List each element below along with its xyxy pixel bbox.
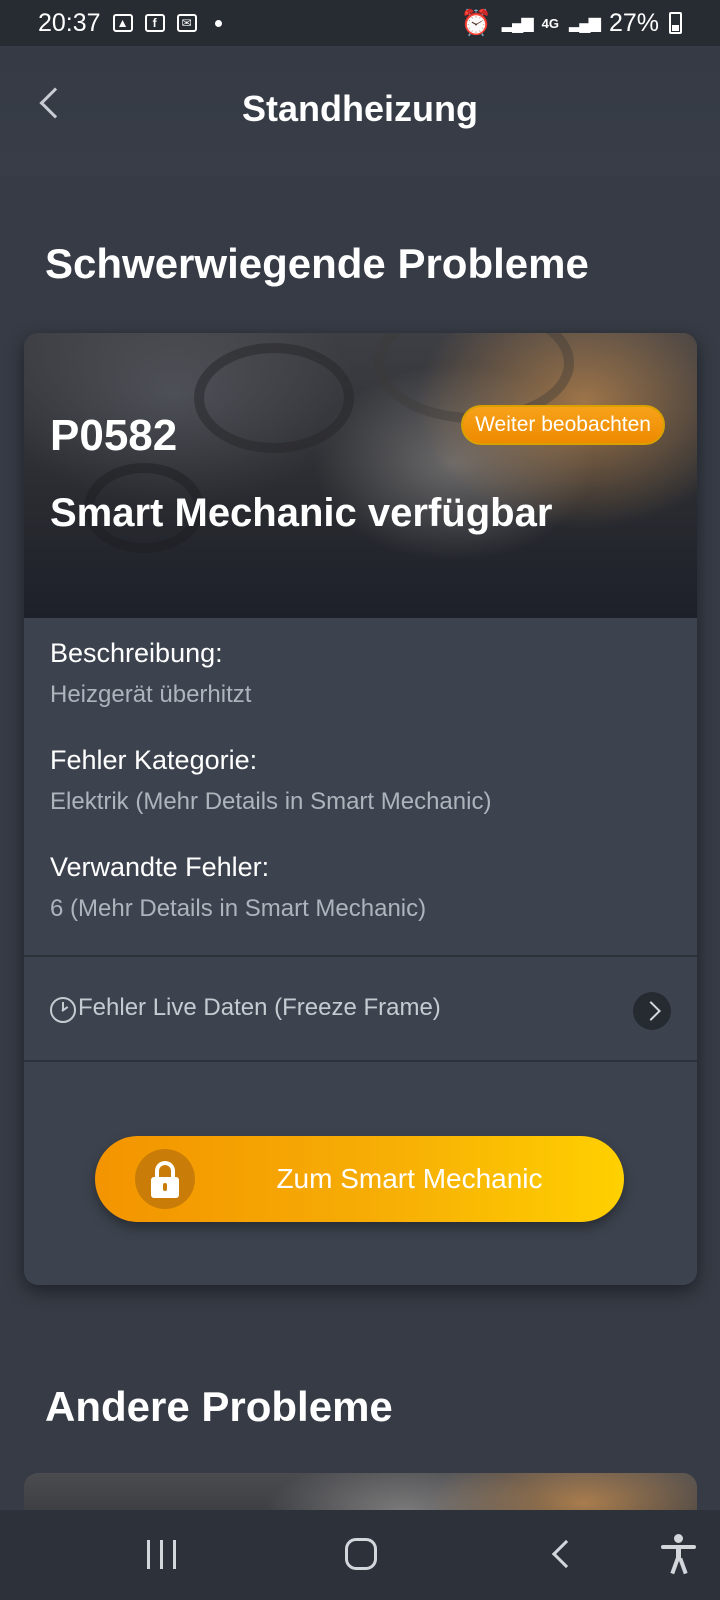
engine-hero-image: P0582 Weiter beobachten Smart Mechanic v… <box>24 333 697 618</box>
description-value: Heizgerät überhitzt <box>50 681 252 708</box>
clock-icon <box>50 997 76 1023</box>
divider <box>24 1060 697 1062</box>
description-label: Beschreibung: <box>50 638 223 668</box>
other-problems-heading: Andere Probleme <box>45 1383 393 1430</box>
freeze-frame-label: Fehler Live Daten (Freeze Frame) <box>78 994 441 1021</box>
chevron-right-icon[interactable] <box>633 992 671 1030</box>
system-nav-bar <box>0 1510 720 1600</box>
network-type-label: 4G <box>541 15 559 31</box>
card-subtitle: Smart Mechanic verfügbar <box>50 491 553 535</box>
more-notifications-icon <box>214 19 222 27</box>
serious-problems-heading: Schwerwiegende Probleme <box>45 240 589 287</box>
home-icon[interactable] <box>322 1510 402 1600</box>
error-code: P0582 <box>50 411 178 460</box>
category-label: Fehler Kategorie: <box>50 745 258 775</box>
alarm-icon: ⏰ <box>460 8 492 37</box>
app-header: Standheizung <box>0 46 720 176</box>
battery-percent: 27% <box>608 8 659 37</box>
gallery-notification-icon: ▲ <box>112 14 133 32</box>
recents-icon[interactable] <box>122 1510 202 1600</box>
engine-hose-shape <box>194 343 354 453</box>
accessibility-icon[interactable] <box>640 1510 720 1600</box>
outlook-notification-icon: ✉ <box>176 14 197 32</box>
nav-back-icon[interactable] <box>526 1510 606 1600</box>
related-errors-label: Verwandte Fehler: <box>50 852 270 882</box>
divider <box>24 955 697 957</box>
lock-icon <box>135 1149 195 1209</box>
problem-card: P0582 Weiter beobachten Smart Mechanic v… <box>24 333 697 1285</box>
facebook-notification-icon: f <box>144 14 165 32</box>
category-value: Elektrik (Mehr Details in Smart Mechanic… <box>50 788 492 815</box>
status-time: 20:37 <box>38 8 101 37</box>
related-errors-value: 6 (Mehr Details in Smart Mechanic) <box>50 895 427 922</box>
page-title: Standheizung <box>242 88 478 129</box>
signal-icon: ▂▄▆ <box>501 15 534 32</box>
status-badge: Weiter beobachten <box>461 405 665 445</box>
signal-icon-2: ▂▄▆ <box>569 15 601 32</box>
smart-mechanic-button-label: Zum Smart Mechanic <box>276 1163 543 1194</box>
smart-mechanic-button[interactable]: Zum Smart Mechanic <box>95 1136 624 1222</box>
status-bar: 20:37 ▲ f ✉ ⏰ ▂▄▆ 4G ▂▄▆ 27% <box>0 0 720 46</box>
freeze-frame-row[interactable]: Fehler Live Daten (Freeze Frame) <box>24 958 697 1060</box>
battery-icon <box>669 12 682 34</box>
